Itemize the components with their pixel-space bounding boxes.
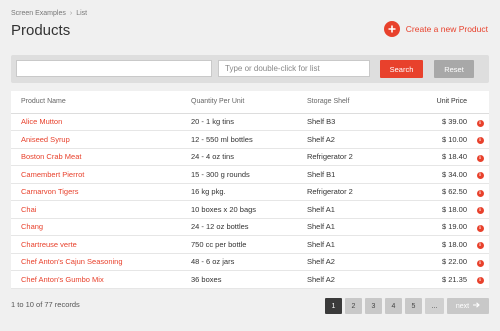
product-shelf: Shelf A2 <box>307 130 406 149</box>
next-page-label: next <box>455 302 470 310</box>
product-quantity: 15 - 300 g rounds <box>191 165 307 184</box>
info-icon[interactable]: i <box>476 172 484 180</box>
header-storage-shelf[interactable]: Storage Shelf <box>307 91 406 114</box>
page-button-2[interactable]: 2 <box>345 298 362 314</box>
table-header-row: Product Name Quantity Per Unit Storage S… <box>11 91 489 114</box>
info-icon[interactable]: i <box>476 259 484 267</box>
product-name[interactable]: Camembert Pierrot <box>11 165 191 184</box>
product-name[interactable]: Aniseed Syrup <box>11 130 191 149</box>
product-shelf: Shelf A1 <box>307 200 406 219</box>
create-product-button[interactable]: Create a new Product <box>383 21 488 37</box>
product-name[interactable]: Alice Mutton <box>11 113 191 131</box>
breadcrumb: Screen Examples › List <box>11 10 87 17</box>
page-ellipsis[interactable]: ... <box>425 298 444 314</box>
product-shelf: Refrigerator 2 <box>307 148 406 166</box>
table-row: Chartreuse verte 750 cc per bottle Shelf… <box>11 235 489 254</box>
product-shelf: Shelf A2 <box>307 253 406 271</box>
breadcrumb-root[interactable]: Screen Examples <box>11 10 66 17</box>
info-icon[interactable]: i <box>476 154 484 162</box>
product-price: $ 18.40 <box>406 148 471 166</box>
product-name[interactable]: Carnarvon Tigers <box>11 183 191 201</box>
product-price: $ 19.00 <box>406 218 471 236</box>
product-shelf: Shelf B3 <box>307 113 406 131</box>
table-row: Boston Crab Meat 24 - 4 oz tins Refriger… <box>11 148 489 166</box>
product-quantity: 24 - 4 oz tins <box>191 148 307 166</box>
product-name[interactable]: Chef Anton's Gumbo Mix <box>11 270 191 289</box>
product-name[interactable]: Boston Crab Meat <box>11 148 191 166</box>
header-product-name[interactable]: Product Name <box>11 91 191 114</box>
product-shelf: Shelf A1 <box>307 235 406 254</box>
product-price: $ 62.50 <box>406 183 471 201</box>
info-icon[interactable]: i <box>476 224 484 232</box>
product-price: $ 18.00 <box>406 235 471 254</box>
table-row: Camembert Pierrot 15 - 300 g rounds Shel… <box>11 165 489 184</box>
products-table: Product Name Quantity Per Unit Storage S… <box>11 91 489 289</box>
table-row: Chang 24 - 12 oz bottles Shelf A1 $ 19.0… <box>11 218 489 236</box>
page-title: Products <box>11 22 71 39</box>
reset-button[interactable]: Reset <box>434 60 474 78</box>
header-quantity[interactable]: Quantity Per Unit <box>191 91 307 114</box>
product-quantity: 20 - 1 kg tins <box>191 113 307 131</box>
product-shelf: Refrigerator 2 <box>307 183 406 201</box>
product-shelf: Shelf A1 <box>307 218 406 236</box>
info-icon[interactable]: i <box>476 207 484 215</box>
product-name[interactable]: Chai <box>11 200 191 219</box>
next-page-button[interactable]: next <box>447 298 489 314</box>
header-info <box>471 91 489 114</box>
product-quantity: 24 - 12 oz bottles <box>191 218 307 236</box>
info-icon[interactable]: i <box>476 277 484 285</box>
product-price: $ 39.00 <box>406 113 471 131</box>
table-row: Chai 10 boxes x 20 bags Shelf A1 $ 18.00… <box>11 200 489 219</box>
product-quantity: 36 boxes <box>191 270 307 289</box>
product-name[interactable]: Chef Anton's Cajun Seasoning <box>11 253 191 271</box>
search-bar: Search Reset <box>11 55 489 83</box>
pagination: 1 2 3 4 5 ... next <box>325 298 489 314</box>
search-button[interactable]: Search <box>380 60 423 78</box>
breadcrumb-separator: › <box>69 10 73 17</box>
breadcrumb-current: List <box>76 10 88 17</box>
table-row: Aniseed Syrup 12 - 550 ml bottles Shelf … <box>11 130 489 149</box>
product-shelf: Shelf A2 <box>307 270 406 289</box>
product-price: $ 10.00 <box>406 130 471 149</box>
page-button-5[interactable]: 5 <box>405 298 422 314</box>
info-icon[interactable]: i <box>476 119 484 127</box>
product-shelf: Shelf B1 <box>307 165 406 184</box>
product-quantity: 12 - 550 ml bottles <box>191 130 307 149</box>
product-name[interactable]: Chang <box>11 218 191 236</box>
page-button-1[interactable]: 1 <box>325 298 342 314</box>
arrow-right-icon <box>473 302 480 310</box>
product-name[interactable]: Chartreuse verte <box>11 235 191 254</box>
product-price: $ 21.35 <box>406 270 471 289</box>
page-button-3[interactable]: 3 <box>365 298 382 314</box>
info-icon[interactable]: i <box>476 137 484 145</box>
plus-icon <box>383 21 400 37</box>
product-quantity: 16 kg pkg. <box>191 183 307 201</box>
product-price: $ 18.00 <box>406 200 471 219</box>
product-quantity: 48 - 6 oz jars <box>191 253 307 271</box>
product-quantity: 750 cc per bottle <box>191 235 307 254</box>
page-button-4[interactable]: 4 <box>385 298 402 314</box>
table-row: Carnarvon Tigers 16 kg pkg. Refrigerator… <box>11 183 489 201</box>
table-row: Alice Mutton 20 - 1 kg tins Shelf B3 $ 3… <box>11 113 489 131</box>
info-icon[interactable]: i <box>476 189 484 197</box>
table-row: Chef Anton's Cajun Seasoning 48 - 6 oz j… <box>11 253 489 271</box>
table-row: Chef Anton's Gumbo Mix 36 boxes Shelf A2… <box>11 270 489 289</box>
list-select-input[interactable] <box>218 60 370 77</box>
product-price: $ 34.00 <box>406 165 471 184</box>
records-count: 1 to 10 of 77 records <box>11 300 80 309</box>
create-product-label: Create a new Product <box>405 24 488 34</box>
search-input[interactable] <box>16 60 212 77</box>
product-quantity: 10 boxes x 20 bags <box>191 200 307 219</box>
header-unit-price[interactable]: Unit Price <box>406 91 471 114</box>
info-icon[interactable]: i <box>476 242 484 250</box>
product-price: $ 22.00 <box>406 253 471 271</box>
